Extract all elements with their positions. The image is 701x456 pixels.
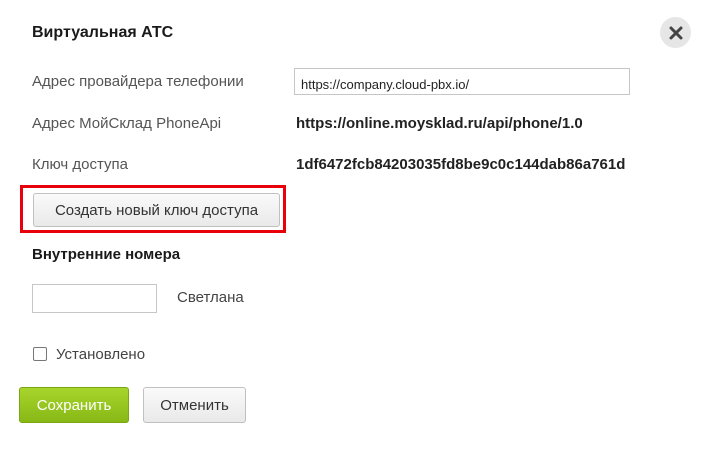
close-icon bbox=[669, 26, 682, 39]
extensions-section-title: Внутренние номера bbox=[32, 246, 181, 263]
installed-checkbox[interactable] bbox=[33, 347, 47, 361]
installed-label[interactable]: Установлено bbox=[56, 346, 145, 363]
save-button[interactable]: Сохранить bbox=[19, 387, 129, 423]
virtual-pbx-dialog: Виртуальная АТС Адрес провайдера телефон… bbox=[0, 0, 701, 456]
generate-access-key-button[interactable]: Создать новый ключ доступа bbox=[33, 193, 280, 227]
phone-api-address-label: Адрес МойСклад PhoneApi bbox=[32, 115, 222, 132]
access-key-value: 1df6472fcb84203035fd8be9c0c144dab86a761d bbox=[296, 156, 626, 173]
cancel-button[interactable]: Отменить bbox=[143, 387, 246, 423]
provider-address-input[interactable] bbox=[294, 68, 630, 95]
close-button[interactable] bbox=[660, 17, 691, 48]
extension-employee-name: Светлана bbox=[177, 289, 244, 306]
provider-address-label: Адрес провайдера телефонии bbox=[32, 73, 244, 90]
dialog-title: Виртуальная АТС bbox=[32, 24, 174, 41]
extension-number-input[interactable] bbox=[32, 284, 157, 313]
access-key-label: Ключ доступа bbox=[32, 156, 128, 173]
phone-api-address-value: https://online.moysklad.ru/api/phone/1.0 bbox=[296, 115, 583, 132]
